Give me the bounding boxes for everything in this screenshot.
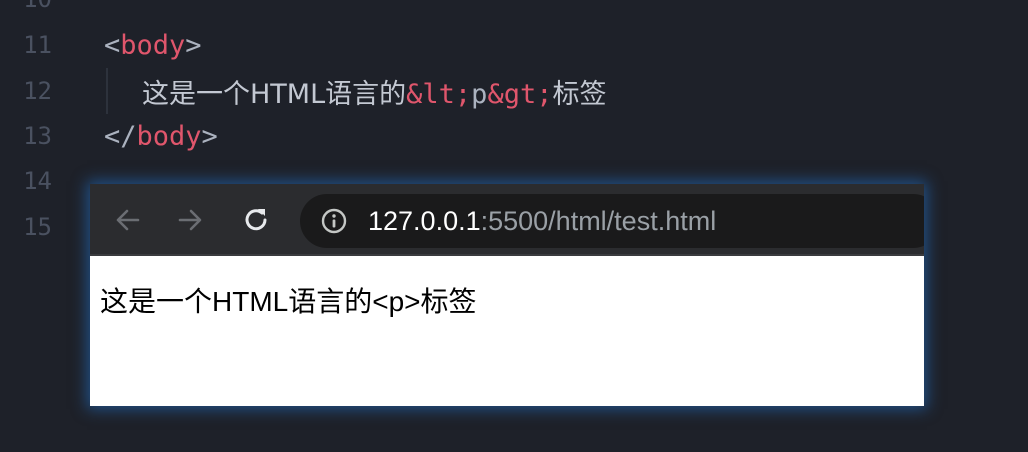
- page-content: 这是一个HTML语言的<p>标签: [90, 258, 924, 406]
- address-bar[interactable]: 127.0.0.1:5500/html/test.html: [300, 194, 924, 248]
- arrow-right-icon: [178, 209, 202, 231]
- info-icon[interactable]: [320, 207, 348, 235]
- code-text-before: 这是一个HTML语言的: [142, 78, 407, 110]
- entity-gt: &gt;: [487, 78, 553, 110]
- line-number: 13: [23, 122, 52, 150]
- url-text[interactable]: 127.0.0.1:5500/html/test.html: [368, 194, 716, 248]
- reload-icon: [245, 209, 267, 231]
- tag-close-bracket: >: [185, 29, 202, 61]
- forward-button[interactable]: [172, 202, 208, 238]
- tag-name: body: [120, 29, 186, 61]
- tag-name: body: [136, 120, 202, 152]
- editor-line-12[interactable]: 12 这是一个HTML语言的&lt;p&gt;标签: [0, 68, 1028, 114]
- entity-lt: &lt;: [406, 78, 472, 110]
- code-text-content[interactable]: 这是一个HTML语言的&lt;p&gt;标签: [142, 72, 606, 111]
- code-body-open-tag[interactable]: <body>: [104, 30, 202, 61]
- code-text-after: 标签: [552, 78, 607, 110]
- arrow-left-icon: [116, 209, 140, 231]
- editor-line-10: 10: [0, 0, 1028, 22]
- tag-close-bracket: >: [201, 120, 218, 152]
- browser-toolbar: 127.0.0.1:5500/html/test.html: [90, 184, 924, 256]
- browser-preview: 127.0.0.1:5500/html/test.html 这是一个HTML语言…: [90, 184, 924, 406]
- editor-line-11[interactable]: 11 <body>: [0, 22, 1028, 68]
- rendered-paragraph: 这是一个HTML语言的<p>标签: [100, 286, 477, 317]
- line-number: 11: [23, 31, 52, 59]
- line-number: 15: [23, 213, 52, 241]
- tag-open-bracket: </: [104, 120, 137, 152]
- tag-open-bracket: <: [104, 29, 121, 61]
- back-button[interactable]: [110, 202, 146, 238]
- entity-char: p: [471, 78, 488, 110]
- url-path: :5500/html/test.html: [480, 206, 717, 236]
- line-number: 14: [23, 167, 52, 195]
- url-host: 127.0.0.1: [368, 206, 481, 236]
- line-number: 10: [0, 0, 52, 13]
- line-number: 12: [23, 77, 52, 105]
- editor-line-13[interactable]: 13 </body>: [0, 113, 1028, 159]
- reload-button[interactable]: [238, 202, 274, 238]
- code-body-close-tag[interactable]: </body>: [104, 121, 218, 152]
